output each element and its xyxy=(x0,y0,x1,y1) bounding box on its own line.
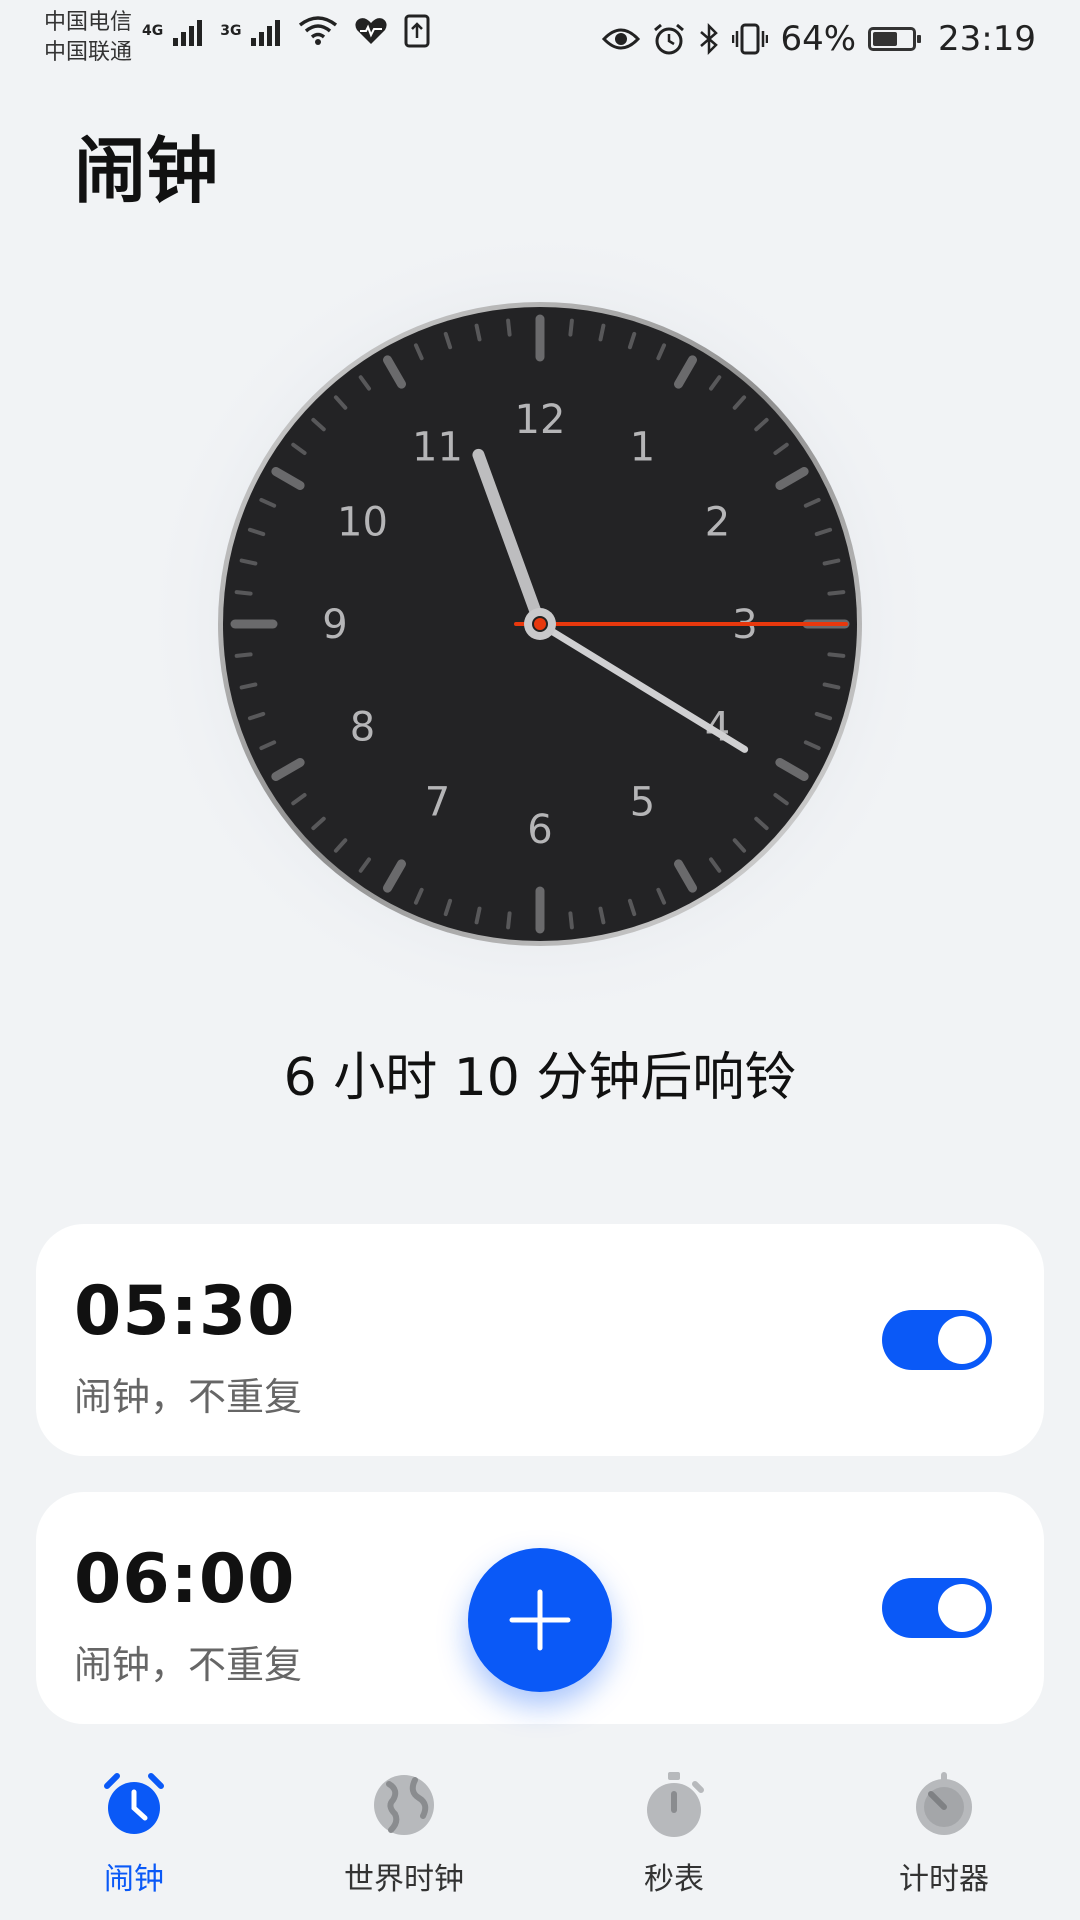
clock-face: 121234567891011 xyxy=(140,224,940,1024)
status-time: 23:19 xyxy=(938,19,1036,59)
alarm-time: 05:30 xyxy=(74,1272,296,1351)
toggle-knob xyxy=(938,1584,986,1632)
minute-tick xyxy=(598,323,606,342)
timer-icon xyxy=(916,1772,972,1835)
status-bar: 中国电信 中国联通 4G 3G 64% 23:19 xyxy=(0,0,1080,80)
battery-icon xyxy=(868,27,922,51)
signal-icon xyxy=(251,16,281,46)
alarm-card[interactable]: 05:30 闹钟，不重复 xyxy=(36,1224,1044,1456)
nav-item-alarm[interactable]: 闹钟 xyxy=(14,1770,254,1898)
nav-label: 计时器 xyxy=(899,1862,989,1897)
nav-label: 世界时钟 xyxy=(344,1862,464,1897)
toggle-knob xyxy=(938,1316,986,1364)
globe-icon xyxy=(374,1775,434,1835)
hour-number: 11 xyxy=(412,424,463,470)
eye-comfort-icon xyxy=(602,28,641,50)
nav-label: 秒表 xyxy=(644,1862,704,1897)
alarm-subtitle: 闹钟，不重复 xyxy=(74,1375,303,1419)
hour-number: 10 xyxy=(337,500,388,546)
signal-icon xyxy=(173,16,203,46)
carrier-1: 中国电信 xyxy=(44,10,133,35)
network-type-1: 4G xyxy=(142,23,164,39)
minute-tick xyxy=(827,590,846,596)
minute-tick xyxy=(822,682,841,690)
upload-icon xyxy=(404,14,430,48)
battery-percent: 64% xyxy=(780,19,857,59)
next-alarm-countdown: 6 小时 10 分钟后响铃 xyxy=(283,1048,797,1108)
minute-tick xyxy=(598,906,606,925)
alarm-time: 06:00 xyxy=(74,1540,296,1619)
minute-tick xyxy=(234,590,253,596)
minute-tick xyxy=(822,558,841,566)
stopwatch-icon xyxy=(647,1772,704,1837)
hour-number: 1 xyxy=(630,424,655,470)
alarm-clock-icon xyxy=(104,1773,164,1834)
hour-number: 8 xyxy=(350,705,375,751)
wifi-icon xyxy=(299,16,338,45)
minute-tick xyxy=(234,652,253,658)
nav-item-world-clock[interactable]: 世界时钟 xyxy=(284,1770,524,1898)
nav-label: 闹钟 xyxy=(104,1862,164,1897)
clock-hub-center xyxy=(532,616,548,632)
hour-number: 2 xyxy=(705,500,730,546)
alarm-toggle[interactable] xyxy=(882,1578,992,1638)
battery-level xyxy=(873,32,898,46)
vibrate-icon xyxy=(732,23,769,55)
nav-item-timer[interactable]: 计时器 xyxy=(824,1770,1064,1898)
bottom-navigation: 闹钟 世界时钟 秒表 计时器 xyxy=(0,1770,1080,1920)
minute-tick xyxy=(474,906,482,925)
minute-tick xyxy=(474,323,482,342)
add-alarm-button[interactable] xyxy=(468,1548,612,1692)
hour-number: 5 xyxy=(630,780,655,826)
alarm-subtitle: 闹钟，不重复 xyxy=(74,1643,303,1687)
hour-number: 6 xyxy=(527,807,552,853)
minute-tick xyxy=(506,911,512,930)
carrier-2: 中国联通 xyxy=(44,40,133,65)
minute-tick xyxy=(239,682,258,690)
nav-item-stopwatch[interactable]: 秒表 xyxy=(554,1770,794,1898)
minute-tick xyxy=(568,318,574,337)
network-signals: 4G 3G xyxy=(142,14,430,48)
network-type-2: 3G xyxy=(220,23,242,39)
analog-clock: 12 1 2 3 4 5 6 7 8 9 10 11 xyxy=(0,200,1080,1040)
minute-tick xyxy=(506,318,512,337)
screen: 中国电信 中国联通 4G 3G 64% 23:19 闹钟 12 1 2 3 4 … xyxy=(0,0,1080,1920)
minute-tick xyxy=(239,558,258,566)
hour-number: 12 xyxy=(515,397,566,443)
heart-rate-icon xyxy=(355,18,388,44)
carrier-info: 中国电信 中国联通 xyxy=(44,8,132,68)
status-right: 64% 23:19 xyxy=(602,14,1036,64)
alarm-status-icon xyxy=(654,23,685,55)
minute-tick xyxy=(827,652,846,658)
hour-number: 9 xyxy=(322,602,347,648)
plus-icon xyxy=(509,1589,571,1651)
bluetooth-icon xyxy=(700,22,719,56)
hour-number: 7 xyxy=(425,780,450,826)
minute-tick xyxy=(568,911,574,930)
alarm-toggle[interactable] xyxy=(882,1310,992,1370)
